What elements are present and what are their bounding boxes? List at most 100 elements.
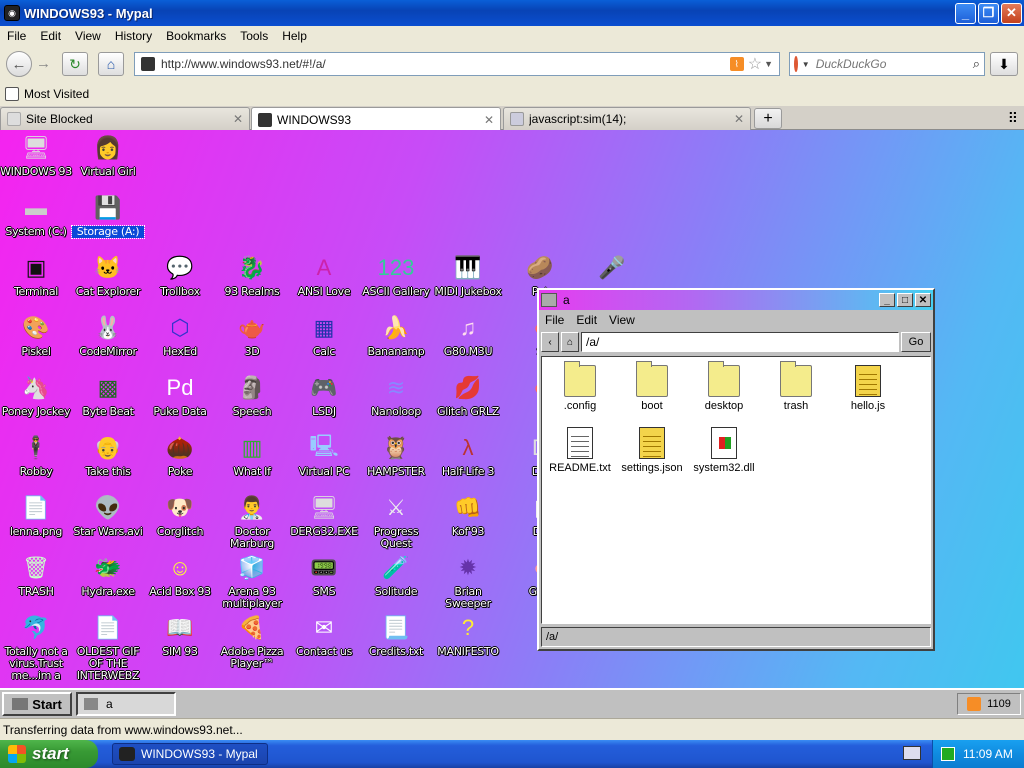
search-engine-dropdown-icon[interactable]: ▼ (802, 60, 810, 69)
desktop-icon[interactable]: 🧪 Solitude (360, 552, 432, 598)
desktop-icon[interactable]: A ANSI Love (288, 252, 360, 298)
file-item[interactable]: README.txt (544, 427, 616, 474)
desktop-icon[interactable]: 📖 SIM 93 (144, 612, 216, 658)
back-button[interactable]: ← (6, 51, 32, 77)
desktop-icon[interactable]: ≋ Nanoloop (360, 372, 432, 418)
desktop-icon[interactable]: 💾 Storage (A:) (71, 192, 145, 239)
desktop-icon[interactable]: 👽 Star Wars.avi (72, 492, 144, 538)
desktop-icon[interactable]: ⬡ HexEd (144, 312, 216, 358)
search-icon[interactable]: ⌕ (973, 56, 980, 72)
url-dropdown-icon[interactable]: ▼ (764, 59, 773, 69)
list-all-tabs-icon[interactable]: ⠿ (1008, 110, 1018, 127)
desktop-icon[interactable]: 🗿 Speech (216, 372, 288, 418)
forward-button[interactable]: → (36, 55, 51, 72)
desktop-icon[interactable]: 123 ASCII Gallery (360, 252, 432, 298)
duckduckgo-icon[interactable] (794, 56, 798, 72)
tab-close-icon[interactable]: ✕ (484, 113, 494, 127)
bookmark-star-icon[interactable]: ☆ (748, 54, 762, 74)
restore-button[interactable]: ❐ (978, 2, 999, 24)
xp-task-button-mypal[interactable]: WINDOWS93 - Mypal (112, 743, 268, 765)
menu-help[interactable]: Help (275, 29, 314, 43)
file-item[interactable]: system32.dll (688, 427, 760, 474)
desktop-icon[interactable]: ⚔ Progress Quest (360, 492, 432, 550)
tab-site-blocked[interactable]: Site Blocked ✕ (0, 107, 250, 130)
explorer-minimize-button[interactable]: _ (879, 293, 895, 307)
tab-close-icon[interactable]: ✕ (734, 112, 744, 126)
explorer-close-button[interactable]: ✕ (915, 293, 931, 307)
desktop-icon[interactable]: ✹ Brian Sweeper (432, 552, 504, 610)
tab-close-icon[interactable]: ✕ (233, 112, 243, 126)
desktop-icon[interactable]: 🍕 Adobe Pizza Player™ (216, 612, 288, 670)
desktop-icon[interactable]: 📄 OLDEST GIF OF THE INTERWEBZ (72, 612, 144, 682)
desktop-icon[interactable]: 🎮 LSDJ (288, 372, 360, 418)
desktop-icon[interactable]: ▬ System (C:) (0, 192, 72, 238)
explorer-maximize-button[interactable]: □ (897, 293, 913, 307)
desktop-icon[interactable]: 🖥 DERG32.EXE (288, 492, 360, 538)
explorer-menu-view[interactable]: View (603, 313, 641, 327)
bookmark-most-visited[interactable]: Most Visited (24, 87, 89, 101)
desktop-icon[interactable]: 👨‍⚕️ Doctor Marburg (216, 492, 288, 550)
desktop-icon[interactable]: 🦄 Poney Jockey (0, 372, 72, 418)
rss-feed-icon[interactable]: ⌇ (729, 57, 744, 71)
desktop-icon[interactable]: 🐰 CodeMirror (72, 312, 144, 358)
new-tab-button[interactable]: + (754, 108, 782, 129)
desktop-icon[interactable]: ☺ Acid Box 93 (144, 552, 216, 598)
file-item[interactable]: desktop (688, 361, 760, 412)
desktop-icon[interactable]: 💋 Glitch GRLZ (432, 372, 504, 418)
desktop-icon[interactable]: 🖥 WINDOWS 93 (0, 132, 72, 178)
file-item[interactable]: settings.json (616, 427, 688, 474)
search-input[interactable] (815, 57, 973, 71)
desktop-icon[interactable]: 🐲 Hydra.exe (72, 552, 144, 598)
desktop-icon[interactable]: Pd Puke Data (144, 372, 216, 418)
desktop-icon[interactable]: 🕴 Robby (0, 432, 72, 478)
desktop-icon[interactable]: 🎹 MIDI Jukebox (432, 252, 504, 298)
desktop-icon[interactable]: 📃 Credits.txt (360, 612, 432, 658)
downloads-button[interactable]: ⬇ (990, 52, 1018, 76)
desktop-icon[interactable]: 📄 lenna.png (0, 492, 72, 538)
file-item[interactable]: .config (544, 361, 616, 412)
desktop-icon[interactable]: 🍌 Bananamp (360, 312, 432, 358)
xp-start-button[interactable]: start (0, 740, 98, 768)
desktop-icon[interactable]: 🐬 Totally not a virus.Trust me...im a (0, 612, 72, 682)
desktop-icon[interactable]: 🎤 (576, 252, 648, 286)
desktop-icon[interactable]: 💬 Trollbox (144, 252, 216, 298)
file-item[interactable]: trash (760, 361, 832, 412)
desktop-icon[interactable]: 👊 Kof'93 (432, 492, 504, 538)
explorer-back-button[interactable]: ‹ (541, 332, 559, 352)
windows93-task-button[interactable]: a (76, 692, 176, 716)
desktop-icon[interactable]: 📟 SMS (288, 552, 360, 598)
minimize-button[interactable]: _ (955, 2, 976, 24)
search-bar[interactable]: ▼ ⌕ (789, 52, 985, 76)
close-button[interactable]: ✕ (1001, 2, 1022, 24)
explorer-home-button[interactable]: ⌂ (561, 332, 579, 352)
desktop-icon[interactable]: ▦ Calc (288, 312, 360, 358)
keyboard-icon[interactable] (903, 746, 921, 760)
desktop-icon[interactable]: ? MANIFESTO (432, 612, 504, 658)
desktop-icon[interactable]: 🐉 93 Realms (216, 252, 288, 298)
url-bar[interactable]: ⌇ ☆ ▼ (134, 52, 780, 76)
home-button[interactable]: ⌂ (98, 52, 124, 76)
desktop-icon[interactable]: ♫ G80.M3U (432, 312, 504, 358)
desktop-icon[interactable]: 🐱 Cat Explorer (72, 252, 144, 298)
explorer-menu-edit[interactable]: Edit (570, 313, 603, 327)
file-item[interactable]: boot (616, 361, 688, 412)
tab-windows93[interactable]: WINDOWS93 ✕ (251, 107, 501, 131)
desktop-icon[interactable]: 🖳 Virtual PC (288, 432, 360, 478)
explorer-menu-file[interactable]: File (539, 313, 570, 327)
desktop-icon[interactable]: λ Half-Life 3 (432, 432, 504, 478)
reload-button[interactable]: ↻ (62, 52, 88, 76)
explorer-path-input[interactable] (581, 332, 899, 352)
desktop-icon[interactable]: ▥ What If (216, 432, 288, 478)
desktop-icon[interactable]: 👩 Virtual Girl (72, 132, 144, 178)
network-icon[interactable] (941, 747, 955, 761)
menu-bookmarks[interactable]: Bookmarks (159, 29, 233, 43)
windows93-start-button[interactable]: Start (2, 692, 72, 716)
menu-file[interactable]: File (0, 29, 33, 43)
menu-tools[interactable]: Tools (233, 29, 275, 43)
desktop-icon[interactable]: 🦉 HAMPSTER (360, 432, 432, 478)
explorer-title-bar[interactable]: a _ □ ✕ (539, 290, 933, 310)
desktop-icon[interactable]: 🧊 Arena 93 multiplayer (216, 552, 288, 610)
explorer-go-button[interactable]: Go (901, 332, 931, 352)
desktop-icon[interactable]: 🎨 Piskel (0, 312, 72, 358)
menu-edit[interactable]: Edit (33, 29, 68, 43)
